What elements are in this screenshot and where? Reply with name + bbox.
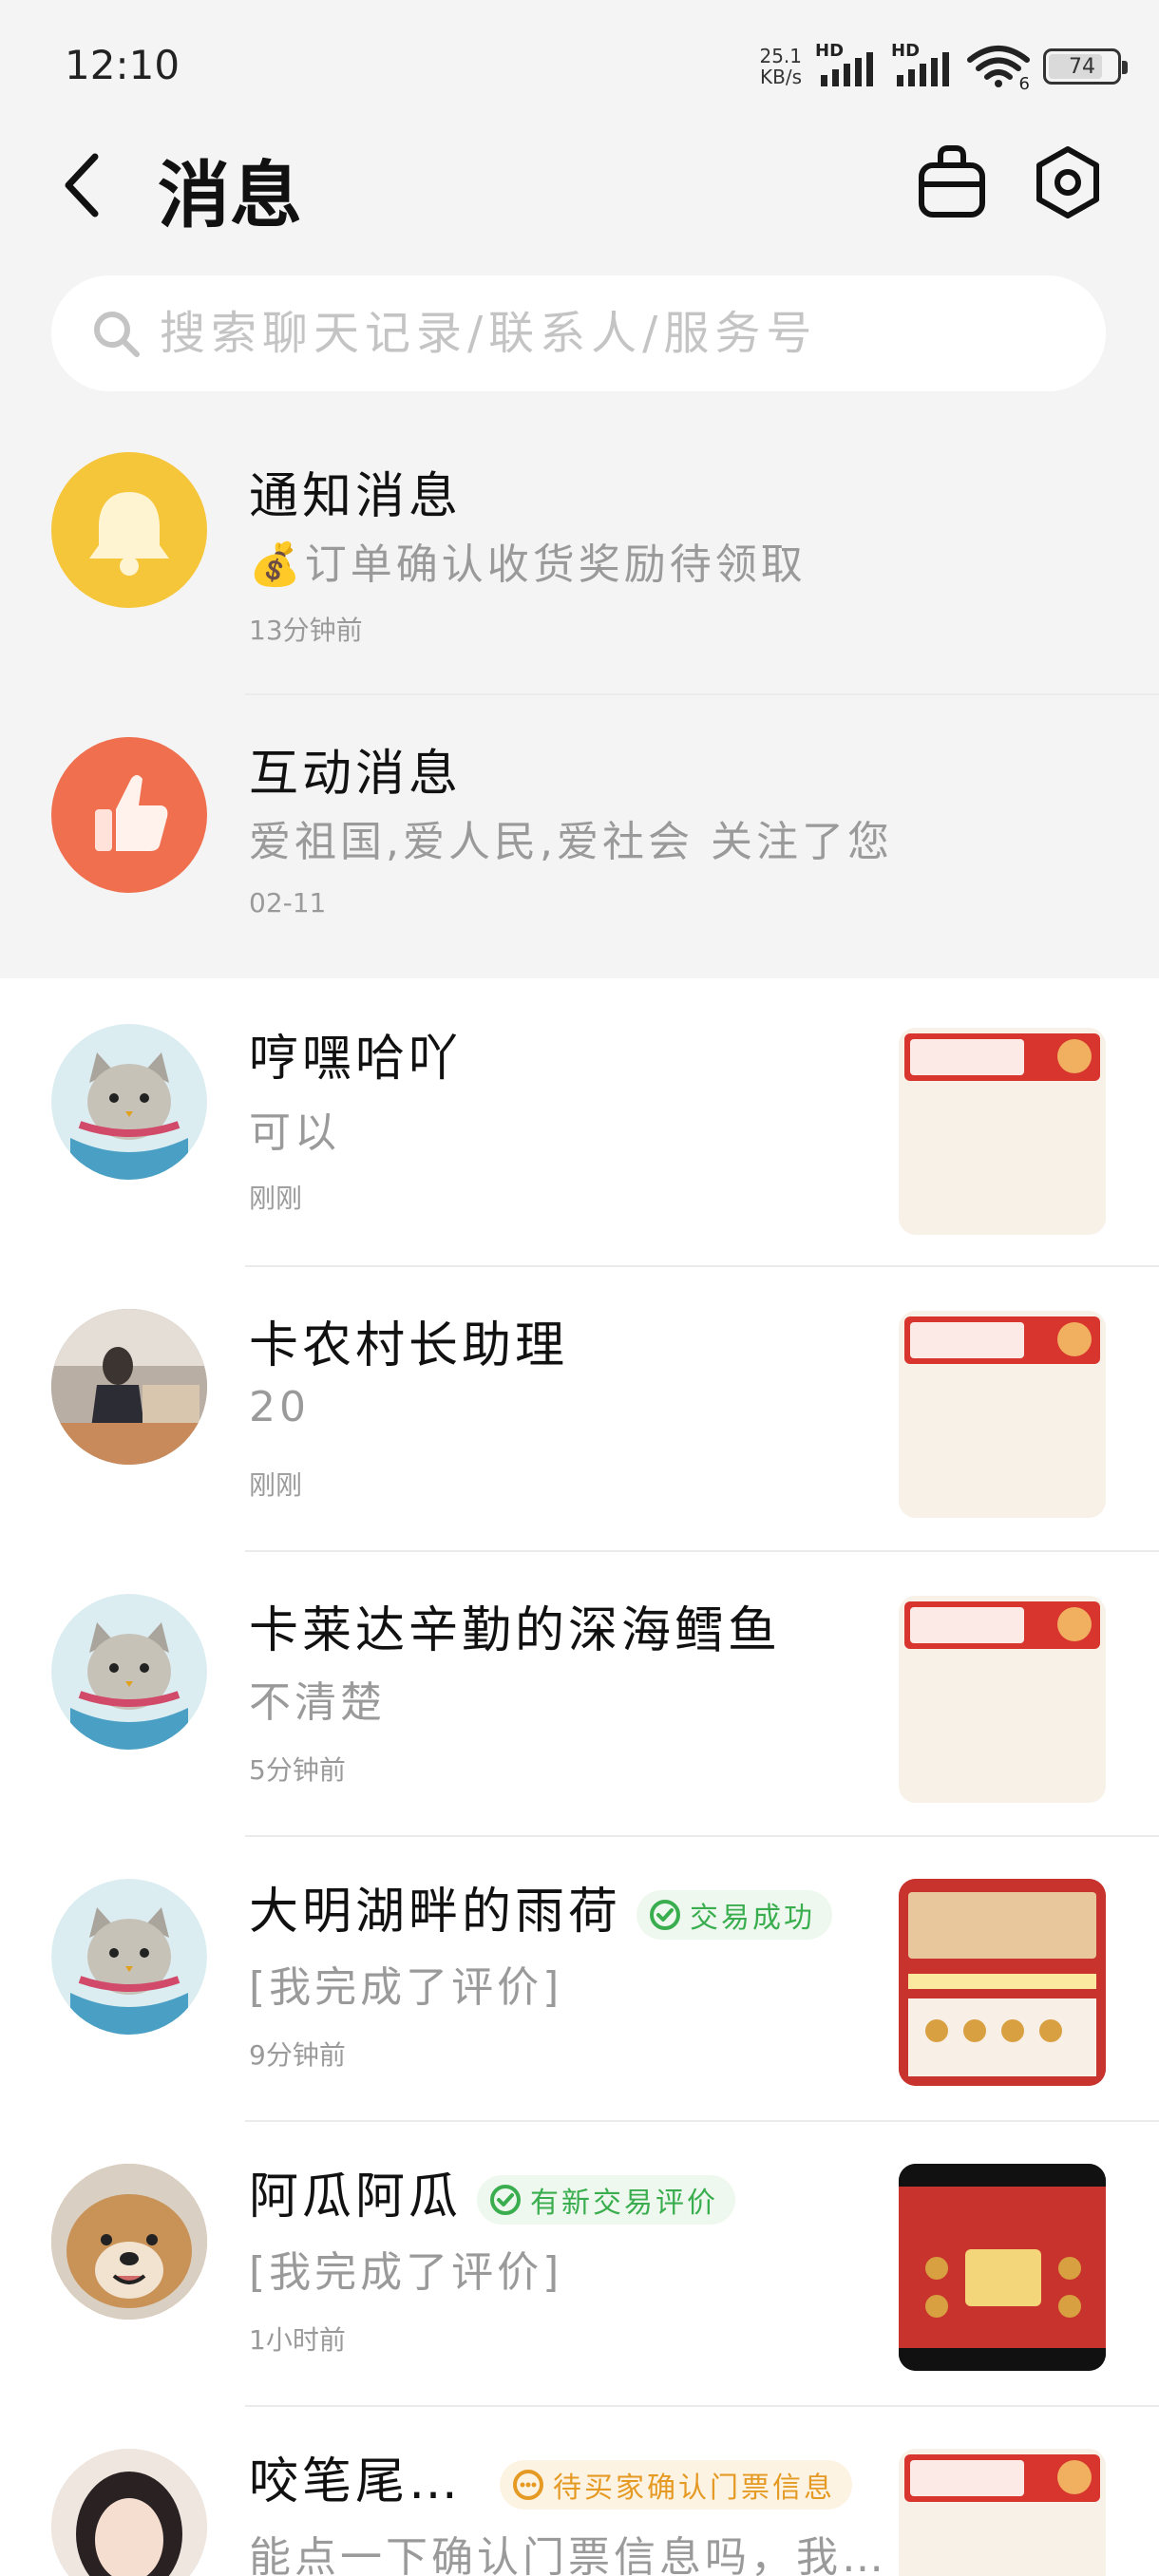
item-subtitle: 💰订单确认收货奖励待领取 — [249, 530, 807, 591]
chat-name-line: 咬笔尾… 待买家确认门票信息 — [249, 2441, 853, 2512]
cat-avatar — [51, 1879, 207, 2035]
chat-name-line: 大明湖畔的雨荷 交易成功 — [249, 1871, 833, 1942]
status-badge: 待买家确认门票信息 — [500, 2460, 853, 2510]
back-button[interactable] — [57, 142, 114, 228]
girl-avatar — [51, 2449, 207, 2576]
check-circle-icon — [650, 1900, 681, 1930]
chat-name-line: 阿瓜阿瓜 有新交易评价 — [249, 2156, 736, 2227]
item-title: 通知消息 — [249, 468, 463, 525]
chat-item[interactable]: 阿瓜阿瓜 有新交易评价 [我完成了评价] 1小时前 — [0, 2122, 1159, 2405]
search-icon — [94, 312, 140, 357]
settings-button[interactable] — [1030, 144, 1106, 220]
chat-time: 刚刚 — [249, 1469, 303, 1501]
item-title: 互动消息 — [249, 746, 463, 803]
battery-icon: 74 — [1043, 48, 1128, 85]
signal-icon-2: HD — [891, 41, 954, 88]
search-input[interactable] — [160, 307, 1072, 360]
chevron-left-icon — [65, 153, 99, 218]
dog-avatar — [51, 2164, 207, 2320]
status-badge-label: 待买家确认门票信息 — [553, 2472, 836, 2505]
chat-item[interactable]: 哼嘿哈吖 可以 刚刚 — [0, 980, 1159, 1265]
chat-message: 可以 — [249, 1108, 340, 1157]
chat-name: 卡农村长助理 — [249, 1317, 569, 1374]
status-icons: 25.1 KB/s HD HD 6 74 — [759, 38, 1128, 95]
chat-message: 能点一下确认门票信息吗，我… — [249, 2533, 887, 2576]
chat-message: 不清楚 — [249, 1678, 386, 1727]
wifi-label: 6 — [1018, 74, 1030, 94]
interaction-avatar — [51, 737, 207, 893]
notification-messages-item[interactable]: 通知消息 💰订单确认收货奖励待领取 13分钟前 — [0, 418, 1159, 693]
photo-avatar — [51, 1309, 207, 1465]
chat-item[interactable]: 卡莱达辛勤的深海鳕鱼 不清楚 5分钟前 — [0, 1552, 1159, 1835]
chat-item[interactable]: 咬笔尾… 待买家确认门票信息 能点一下确认门票信息吗，我… — [0, 2407, 1159, 2576]
status-badge: 交易成功 — [636, 1890, 833, 1940]
shopping-bag-icon — [919, 145, 985, 218]
notification-avatar — [51, 452, 207, 608]
chat-time: 9分钟前 — [249, 2039, 346, 2071]
search-bar[interactable] — [51, 275, 1106, 391]
gear-icon — [1036, 146, 1099, 218]
network-speed-value: 25.1 — [759, 45, 802, 67]
chat-thumbnail — [899, 2164, 1106, 2371]
chat-time: 5分钟前 — [249, 1754, 346, 1786]
shop-button[interactable] — [914, 142, 990, 222]
item-time: 02-11 — [249, 887, 327, 919]
item-subtitle: 爱祖国,爱人民,爱社会 关注了您 — [249, 818, 893, 866]
chat-item[interactable]: 大明湖畔的雨荷 交易成功 [我完成了评价] 9分钟前 — [0, 1837, 1159, 2120]
bell-icon — [89, 492, 169, 576]
chat-thumbnail — [899, 1311, 1106, 1518]
status-badge: 有新交易评价 — [477, 2175, 736, 2225]
chat-name: 卡莱达辛勤的深海鳕鱼 — [249, 1602, 782, 1659]
chat-time: 刚刚 — [249, 1183, 303, 1214]
item-time: 13分钟前 — [249, 615, 363, 646]
chat-thumbnail — [899, 2449, 1106, 2576]
item-subtitle-text: 订单确认收货奖励待领取 — [304, 540, 807, 589]
chat-time: 1小时前 — [249, 2324, 346, 2356]
chat-name: 咬笔尾… — [249, 2453, 463, 2510]
cat-avatar — [51, 1594, 207, 1750]
chat-message: [我完成了评价] — [249, 1963, 563, 2012]
chat-message: 20 — [249, 1383, 310, 1431]
network-speed-unit: KB/s — [760, 66, 802, 88]
more-circle-icon — [513, 2470, 544, 2500]
wifi-icon: 6 — [967, 45, 1030, 94]
status-time: 12:10 — [65, 42, 180, 88]
cat-avatar — [51, 1024, 207, 1180]
status-badge-label: 交易成功 — [690, 1902, 816, 1935]
check-circle-icon — [490, 2185, 522, 2215]
chat-message: [我完成了评价] — [249, 2248, 563, 2297]
chat-thumbnail — [899, 1879, 1106, 2086]
network-speed: 25.1 KB/s — [759, 46, 802, 87]
chat-name: 哼嘿哈吖 — [249, 1031, 463, 1088]
chat-thumbnail — [899, 1028, 1106, 1235]
signal-icon: HD — [815, 41, 878, 88]
thumbs-up-icon — [95, 775, 168, 851]
status-badge-label: 有新交易评价 — [530, 2187, 719, 2220]
chat-name: 阿瓜阿瓜 — [249, 2169, 463, 2226]
chat-name: 大明湖畔的雨荷 — [249, 1884, 622, 1941]
interaction-messages-item[interactable]: 互动消息 爱祖国,爱人民,爱社会 关注了您 02-11 — [0, 695, 1159, 978]
chat-thumbnail — [899, 1596, 1106, 1803]
page-title: 消息 — [158, 153, 302, 237]
chat-item[interactable]: 卡农村长助理 20 刚刚 — [0, 1267, 1159, 1550]
money-bag-icon: 💰 — [249, 540, 305, 589]
status-bar: 12:10 25.1 KB/s HD HD 6 74 — [0, 0, 1159, 133]
battery-level: 74 — [1069, 54, 1095, 79]
